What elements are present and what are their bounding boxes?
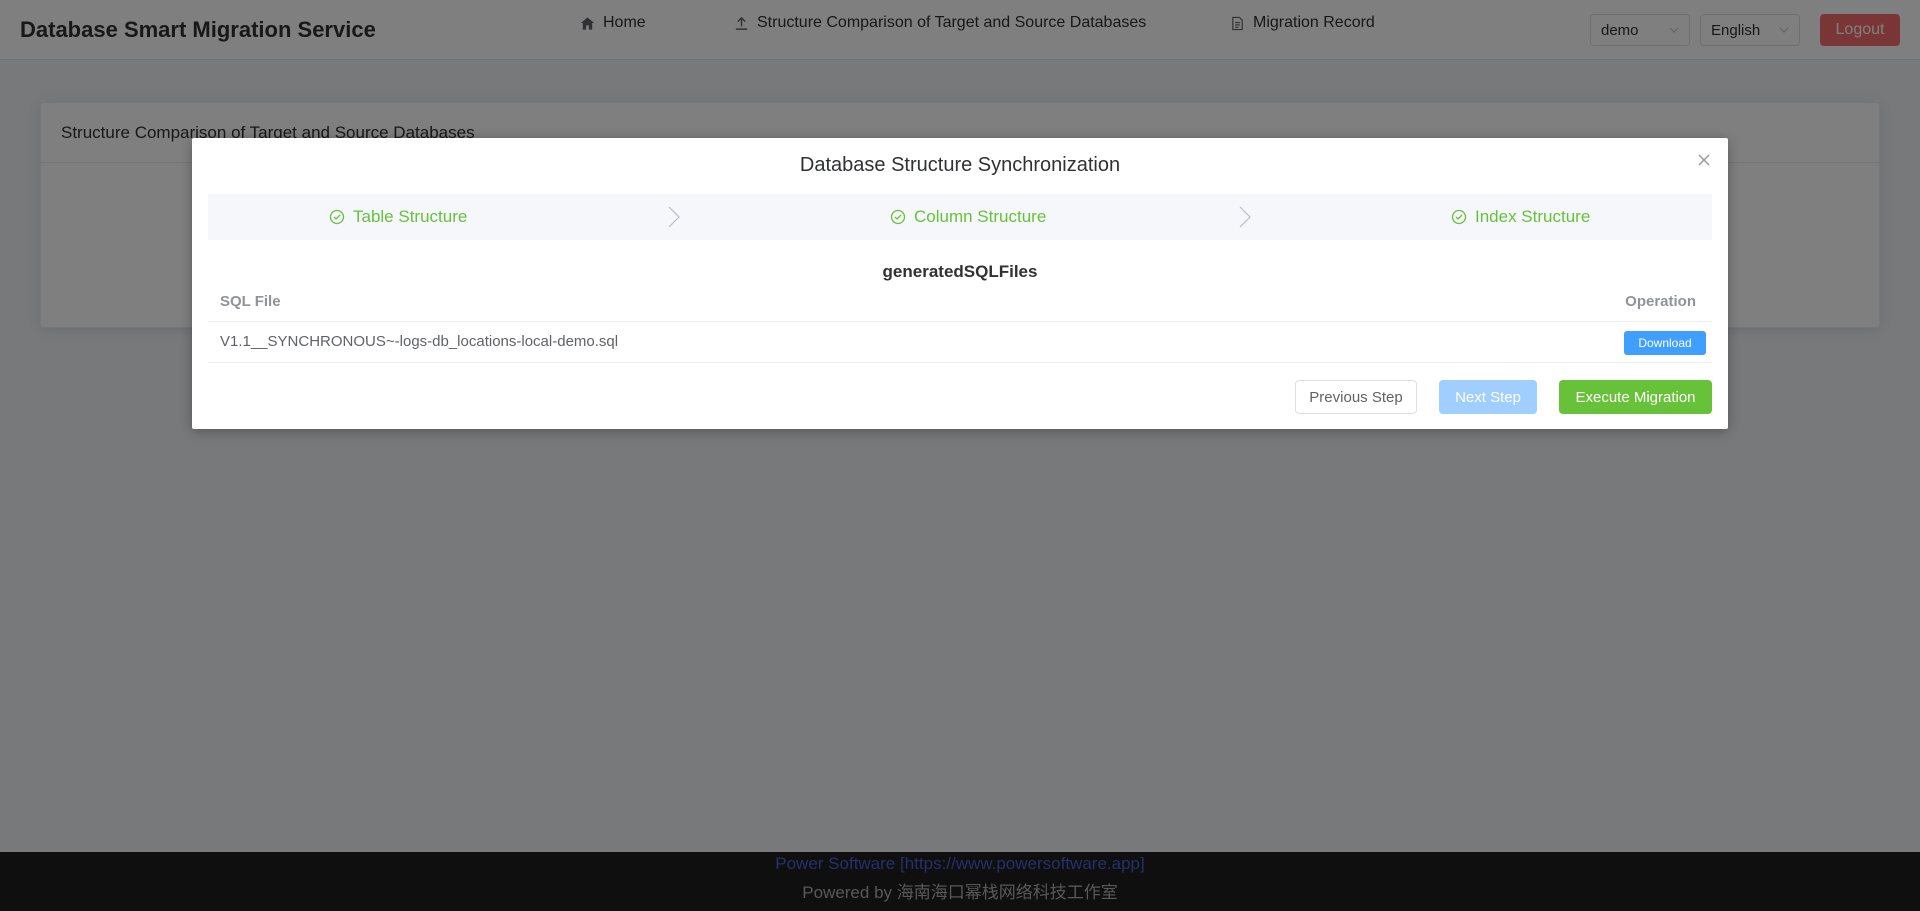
check-circle-icon [1451,209,1467,225]
step-label: Table Structure [353,207,468,226]
step-label: Column Structure [914,207,1047,226]
section-title: generatedSQLFiles [882,262,1038,281]
step-table-structure: Table Structure [329,194,467,240]
column-header-sql-file: SQL File [220,293,281,310]
step-label: Index Structure [1475,207,1591,226]
previous-step-button[interactable]: Previous Step [1295,380,1417,414]
chevron-right-icon [1239,206,1251,228]
table-row: V1.1__SYNCHRONOUS~-logs-db_locations-loc… [208,322,1712,363]
close-icon[interactable] [1696,152,1712,168]
dialog-title: Database Structure Synchronization [799,154,1121,176]
step-index-structure: Index Structure [1451,194,1590,240]
sql-file-table: SQL File Operation V1.1__SYNCHRONOUS~-lo… [208,284,1712,363]
check-circle-icon [890,209,906,225]
sync-dialog: Database Structure Synchronization Table… [192,138,1728,429]
download-button[interactable]: Download [1624,331,1706,355]
table-header: SQL File Operation [208,284,1712,322]
check-circle-icon [329,209,345,225]
execute-migration-button[interactable]: Execute Migration [1559,380,1712,414]
steps-bar: Table Structure Column Structure Index S… [208,194,1712,240]
next-step-button[interactable]: Next Step [1439,380,1537,414]
step-column-structure: Column Structure [890,194,1046,240]
sql-file-name: V1.1__SYNCHRONOUS~-logs-db_locations-loc… [220,333,619,350]
modal-overlay[interactable] [0,0,1920,911]
chevron-right-icon [668,206,680,228]
column-header-operation: Operation [1625,293,1696,310]
